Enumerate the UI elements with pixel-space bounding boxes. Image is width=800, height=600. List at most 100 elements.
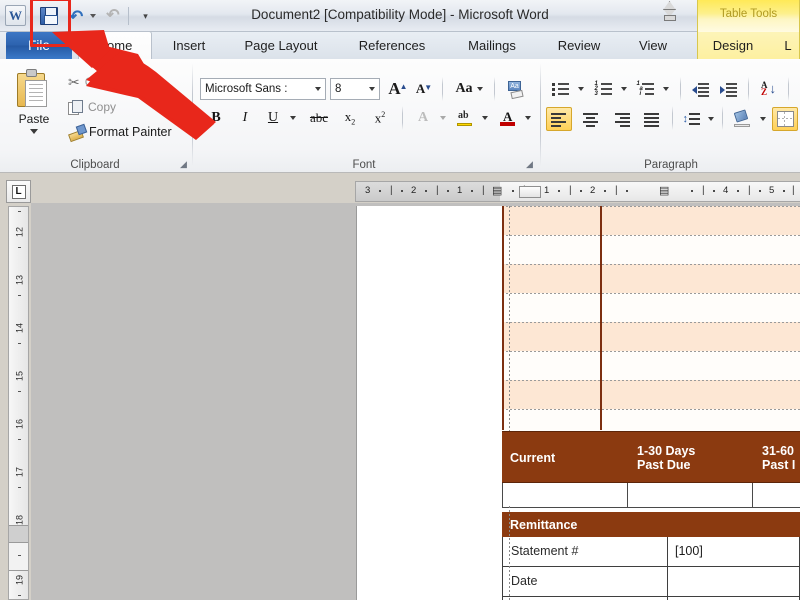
document-page[interactable]: Current 1-30 Days Past Due 31-60 Past I …: [357, 206, 800, 600]
chevron-down-icon: [311, 79, 325, 99]
text-highlight-button[interactable]: ab: [454, 107, 476, 129]
paragraph-inline-separator-4: [672, 106, 673, 130]
font-inline-separator-2: [494, 77, 495, 101]
remittance-row-date[interactable]: Date: [502, 567, 800, 597]
numbering-button[interactable]: 1 2 3: [592, 78, 614, 100]
tab-review[interactable]: Review: [542, 32, 616, 59]
line-spacing-dropdown[interactable]: [704, 107, 717, 131]
tab-page-layout[interactable]: Page Layout: [226, 32, 336, 59]
tab-stop-selector[interactable]: L: [6, 180, 31, 203]
chevron-down-icon: [707, 117, 714, 121]
aging-header-current: Current: [510, 451, 556, 465]
text-highlight-dropdown[interactable]: [478, 107, 491, 129]
hruler-left-margin: [356, 182, 500, 201]
paragraph-inline-separator-1: [680, 77, 681, 101]
font-size-combo[interactable]: 8: [330, 78, 380, 100]
line-spacing-button[interactable]: ↕: [680, 107, 702, 131]
align-left-button[interactable]: [546, 107, 572, 131]
subscript-button[interactable]: x2: [338, 107, 362, 129]
table-row[interactable]: [502, 351, 800, 380]
justify-icon: [643, 112, 661, 127]
font-color-dropdown[interactable]: [521, 107, 534, 129]
align-right-button[interactable]: [608, 107, 634, 131]
italic-icon: I: [242, 110, 248, 125]
align-center-icon: [582, 112, 599, 127]
table-tools-contextual-header: Table Tools: [697, 0, 800, 32]
hruler-num-1a: 1: [457, 185, 463, 196]
table-row[interactable]: [502, 264, 800, 293]
tab-table-design[interactable]: Design: [700, 32, 766, 59]
superscript-button[interactable]: x2: [368, 107, 392, 129]
tab-table-layout-label: L: [784, 38, 792, 53]
borders-button[interactable]: [772, 107, 798, 131]
font-color-button[interactable]: A: [497, 107, 519, 129]
vruler-num-14: 14: [14, 323, 25, 334]
sort-button[interactable]: A Z ↓: [756, 78, 782, 100]
decrease-indent-button[interactable]: [688, 78, 712, 100]
table-row[interactable]: [502, 322, 800, 351]
chevron-down-icon: [476, 87, 483, 91]
font-size-value: 8: [335, 83, 342, 95]
justify-button[interactable]: [639, 107, 665, 131]
remittance-table[interactable]: Remittance Statement # [100] Date Amount…: [502, 512, 800, 600]
tab-mailings[interactable]: Mailings: [448, 32, 536, 59]
document-title: Document2 [Compatibility Mode] - Microso…: [251, 7, 549, 22]
invoice-line-items-table[interactable]: [502, 206, 800, 467]
bullets-dropdown[interactable]: [574, 78, 587, 100]
aging-values-row[interactable]: [502, 483, 800, 508]
tab-review-label: Review: [557, 38, 601, 53]
tab-references-label: References: [358, 38, 426, 53]
tab-references[interactable]: References: [342, 32, 442, 59]
clear-formatting-button[interactable]: Aa: [503, 78, 529, 100]
horizontal-ruler[interactable]: 3 | 2 | 1 | ▤ | 1 | 2 | ▤ | 4 | 5 |: [355, 181, 800, 202]
align-center-button[interactable]: [577, 107, 603, 131]
paste-label: Paste: [18, 112, 50, 126]
chevron-down-icon: [620, 87, 627, 91]
horizontal-scrollbar-thumb[interactable]: [519, 186, 541, 198]
multilevel-list-icon: 1 a i: [637, 81, 654, 97]
left-indent-marker[interactable]: [664, 15, 676, 21]
shrink-font-button[interactable]: A ▼: [412, 78, 436, 100]
table-row[interactable]: [502, 380, 800, 409]
shading-dropdown[interactable]: [756, 107, 769, 131]
group-label-font: Font: [352, 159, 376, 171]
text-effects-button[interactable]: A: [412, 107, 434, 129]
chevron-down-icon: [577, 87, 584, 91]
tab-view[interactable]: View: [622, 32, 684, 59]
table-row[interactable]: [502, 206, 800, 235]
group-separator-2: [540, 63, 541, 166]
table-row[interactable]: [502, 235, 800, 264]
numbered-list-icon: 1 2 3: [595, 81, 612, 97]
vertical-ruler[interactable]: 12 13 14 15 16 17 18 19: [8, 206, 29, 600]
multilevel-list-button[interactable]: 1 a i: [634, 78, 656, 100]
remittance-row-statement[interactable]: Statement # [100]: [502, 537, 800, 567]
italic-button[interactable]: I: [234, 107, 256, 129]
increase-indent-icon: [719, 82, 737, 97]
vruler-num-15: 15: [14, 371, 25, 382]
grow-font-button[interactable]: A ▲: [386, 78, 410, 100]
tab-table-layout[interactable]: L: [778, 32, 798, 59]
strikethrough-button[interactable]: abc: [306, 107, 332, 129]
underline-dropdown[interactable]: [286, 107, 300, 129]
tab-stop-glyph: L: [11, 184, 26, 199]
chevron-down-icon: [365, 79, 379, 99]
change-case-button[interactable]: Aa: [450, 78, 488, 100]
shading-button[interactable]: [730, 107, 754, 131]
multilevel-list-dropdown[interactable]: [659, 78, 672, 100]
clipboard-dialog-launcher[interactable]: ◢: [178, 159, 189, 170]
paragraph-inline-separator-5: [722, 106, 723, 130]
increase-indent-button[interactable]: [716, 78, 740, 100]
font-dialog-launcher[interactable]: ◢: [524, 159, 535, 170]
font-color-icon: A: [500, 109, 516, 126]
numbering-dropdown[interactable]: [617, 78, 630, 100]
text-effects-dropdown[interactable]: [436, 107, 449, 129]
highlighter-icon: ab: [457, 110, 473, 126]
table-row[interactable]: [502, 293, 800, 322]
vruler-num-13: 13: [14, 275, 25, 286]
bullets-button[interactable]: [549, 78, 571, 100]
up-arrow-icon: ▲: [399, 81, 408, 91]
chevron-down-icon: [481, 116, 488, 120]
aging-header-row[interactable]: Current 1-30 Days Past Due 31-60 Past I: [502, 431, 800, 483]
paragraph-inline-separator-2: [748, 77, 749, 101]
underline-button[interactable]: U: [262, 107, 284, 129]
